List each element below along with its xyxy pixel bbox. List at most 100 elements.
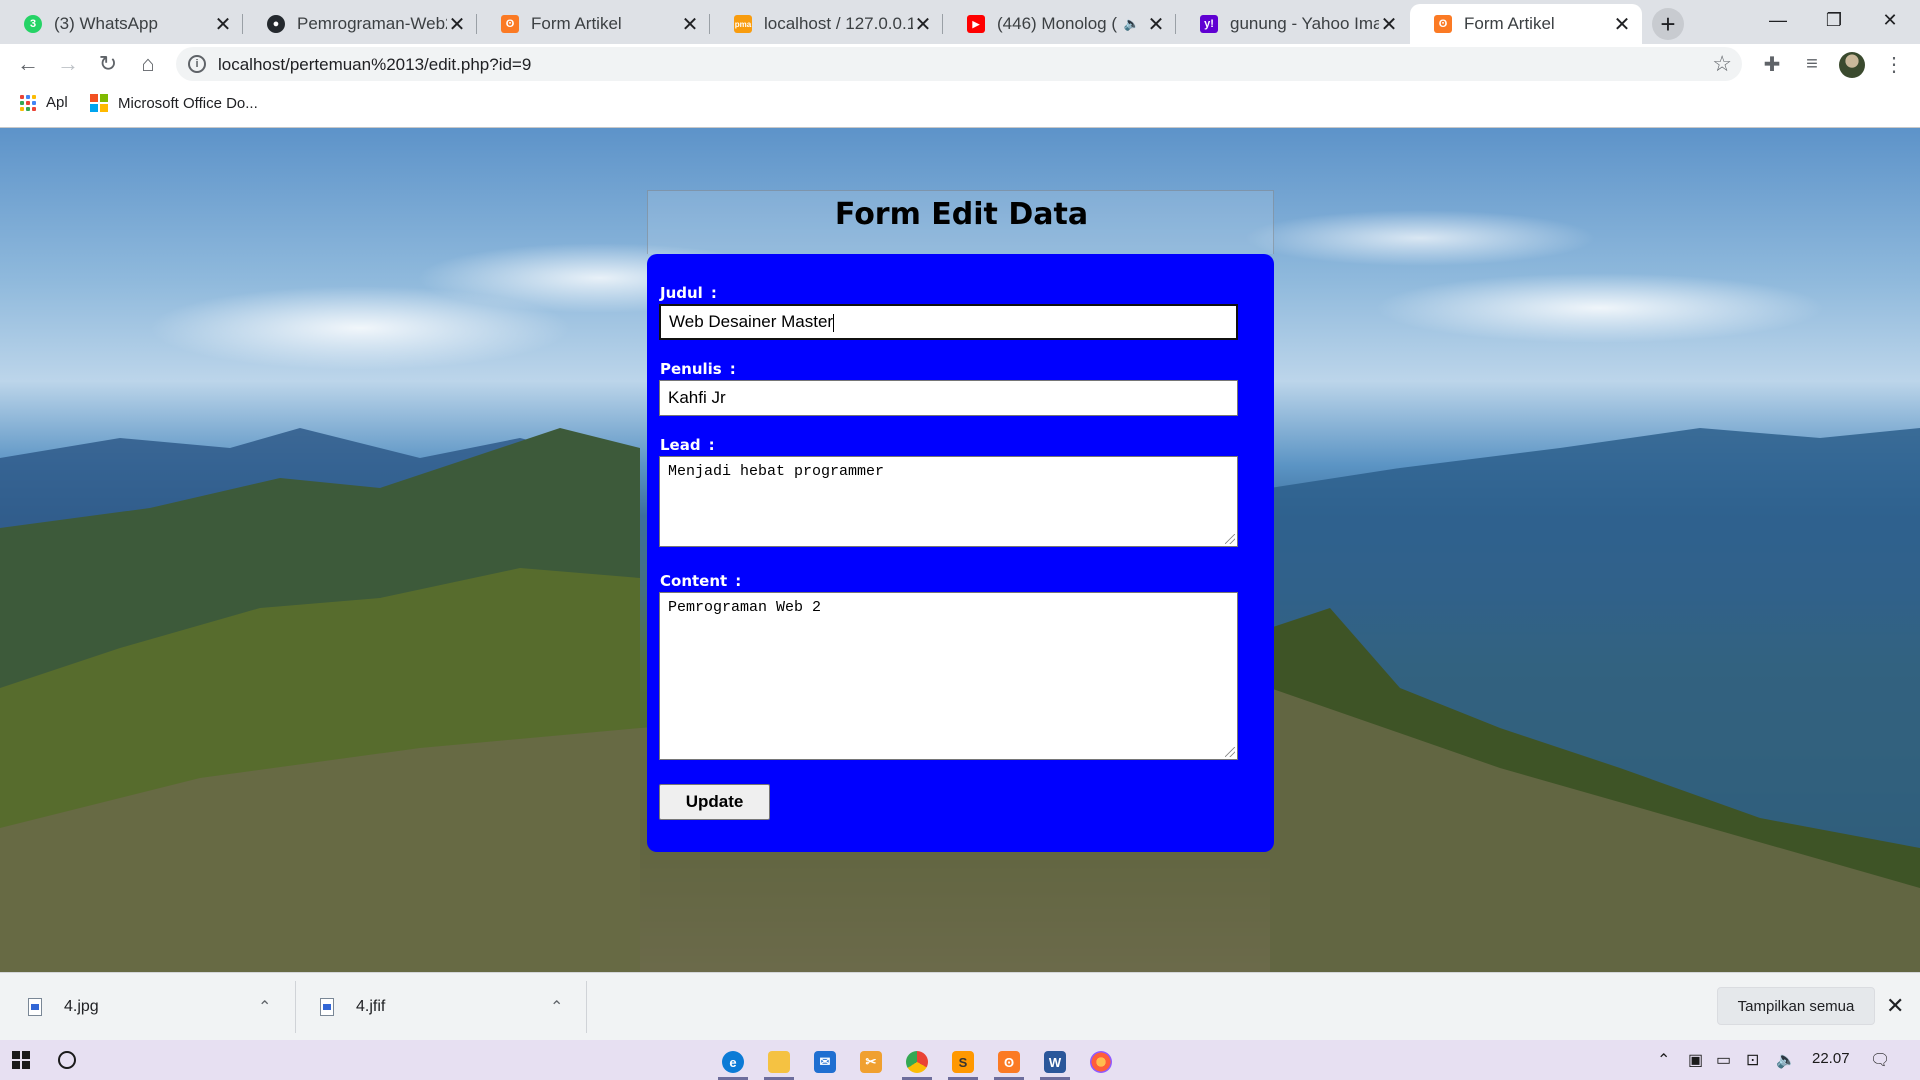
download-filename: 4.jpg (64, 998, 99, 1015)
download-item[interactable]: 4.jpg (28, 973, 99, 1041)
tab-strip: 3 (3) WhatsApp ✕ ● Pemrograman-Web2_A ✕ … (0, 0, 1920, 44)
minimize-button[interactable]: — (1750, 0, 1806, 40)
edge-icon[interactable]: e (714, 1044, 752, 1080)
url-text[interactable]: localhost/pertemuan%2013/edit.php?id=9 (218, 55, 531, 75)
snip-tool-icon[interactable]: ✂ (852, 1044, 890, 1080)
speaker-icon[interactable]: 🔈 (1124, 16, 1140, 32)
bookmark-microsoft-office[interactable]: Microsoft Office Do... (90, 94, 258, 112)
penulis-value: Kahfi Jr (668, 388, 726, 407)
close-icon[interactable]: ✕ (680, 12, 700, 37)
clock[interactable]: 22.07 (1812, 1050, 1850, 1067)
new-tab-button[interactable]: + (1652, 8, 1684, 40)
search-icon[interactable] (58, 1051, 76, 1069)
tab-title: Form Artikel (531, 14, 622, 33)
content-label: Content: (660, 572, 742, 590)
lead-value: Menjadi hebat programmer (668, 463, 885, 480)
info-icon[interactable]: i (188, 55, 206, 73)
back-button[interactable]: ← (12, 48, 44, 80)
show-all-button[interactable]: Tampilkan semua (1717, 987, 1875, 1025)
xampp-icon: ʘ (501, 15, 519, 33)
youtube-icon: ▶ (967, 15, 985, 33)
file-explorer-icon[interactable] (760, 1044, 798, 1080)
judul-value: Web Desainer Master (669, 312, 834, 331)
tab-title: (446) Monolog (Pa (997, 14, 1118, 33)
tab-title: (3) WhatsApp (54, 14, 158, 33)
chevron-up-icon[interactable]: ⌃ (1657, 1050, 1670, 1070)
battery-icon[interactable]: ▭ (1716, 1050, 1731, 1070)
tab-form-artikel[interactable]: ʘ Form Artikel ✕ (477, 4, 710, 44)
tab-whatsapp[interactable]: 3 (3) WhatsApp ✕ (0, 4, 243, 44)
penulis-label: Penulis: (660, 360, 736, 378)
chevron-up-icon[interactable]: ⌃ (550, 997, 563, 1017)
forward-button[interactable]: → (52, 48, 84, 80)
judul-input[interactable]: Web Desainer Master (659, 304, 1238, 340)
bookmark-star-icon[interactable]: ☆ (1712, 51, 1732, 77)
form-header: Form Edit Data (647, 190, 1274, 254)
download-filename: 4.jfif (356, 998, 386, 1015)
phpmyadmin-icon: pma (734, 15, 752, 33)
firefox-icon[interactable] (1082, 1044, 1120, 1080)
github-icon: ● (267, 15, 285, 33)
chrome-icon[interactable] (898, 1044, 936, 1080)
sublime-text-icon[interactable]: S (944, 1044, 982, 1080)
tab-youtube[interactable]: ▶ (446) Monolog (Pa 🔈 ✕ (943, 4, 1176, 44)
close-icon[interactable]: ✕ (213, 12, 233, 37)
meet-now-icon[interactable]: ▣ (1688, 1050, 1703, 1070)
close-window-button[interactable]: ✕ (1862, 0, 1918, 40)
reload-button[interactable]: ↻ (92, 48, 124, 80)
menu-icon[interactable]: ⋮ (1880, 50, 1908, 78)
download-item[interactable]: 4.jfif (320, 973, 385, 1041)
avatar[interactable] (1839, 52, 1865, 78)
address-bar[interactable]: i localhost/pertemuan%2013/edit.php?id=9… (176, 47, 1742, 81)
lead-label: Lead: (660, 436, 715, 454)
bookmarks-bar: Apl Microsoft Office Do... (0, 84, 1920, 128)
windows-start-icon[interactable] (12, 1051, 30, 1069)
close-icon[interactable]: ✕ (1886, 993, 1904, 1019)
page-viewport: Form Edit Data Judul: Web Desainer Maste… (0, 128, 1920, 972)
notification-icon[interactable]: 🗨 (1870, 1050, 1890, 1070)
tab-title: Form Artikel (1464, 14, 1555, 33)
close-icon[interactable]: ✕ (1612, 12, 1632, 37)
media-control-icon[interactable]: ≡ (1798, 50, 1826, 78)
whatsapp-icon: 3 (24, 15, 42, 33)
tab-yahoo[interactable]: y! gunung - Yahoo Image ✕ (1176, 4, 1409, 44)
extensions-icon[interactable]: ✚ (1758, 50, 1786, 78)
volume-icon[interactable]: 🔈 (1776, 1050, 1796, 1070)
tab-form-artikel-active[interactable]: ʘ Form Artikel ✕ (1410, 4, 1642, 44)
lead-textarea[interactable]: Menjadi hebat programmer (659, 456, 1238, 547)
word-icon[interactable]: W (1036, 1044, 1074, 1080)
home-button[interactable]: ⌂ (132, 48, 164, 80)
chevron-up-icon[interactable]: ⌃ (258, 997, 271, 1017)
restore-button[interactable]: ❐ (1806, 0, 1862, 40)
page-title: Form Edit Data (834, 197, 1089, 232)
browser-toolbar: ← → ↻ ⌂ i localhost/pertemuan%2013/edit.… (0, 44, 1920, 84)
content-value: Pemrograman Web 2 (668, 599, 822, 616)
resize-handle-icon[interactable] (1225, 747, 1235, 757)
update-button[interactable]: Update (659, 784, 770, 820)
bookmark-label: Microsoft Office Do... (118, 94, 258, 112)
close-icon[interactable]: ✕ (1379, 12, 1399, 37)
resize-handle-icon[interactable] (1225, 534, 1235, 544)
mail-icon[interactable]: ✉ (806, 1044, 844, 1080)
file-icon (320, 998, 334, 1016)
xampp-icon: ʘ (1434, 15, 1452, 33)
form-panel: Judul: Web Desainer Master Penulis: Kahf… (647, 254, 1274, 852)
windows-taskbar: e ✉ ✂ S ʘ W ⌃ ▣ ▭ ⊡ 🔈 22.07 🗨 (0, 1040, 1920, 1080)
bookmark-label: Apl (46, 94, 68, 111)
content-textarea[interactable]: Pemrograman Web 2 (659, 592, 1238, 760)
close-icon[interactable]: ✕ (447, 12, 467, 37)
network-icon[interactable]: ⊡ (1746, 1050, 1759, 1070)
tab-github[interactable]: ● Pemrograman-Web2_A ✕ (243, 4, 477, 44)
microsoft-logo-icon (90, 94, 108, 112)
tab-title: Pemrograman-Web2_A (297, 14, 447, 33)
penulis-input[interactable]: Kahfi Jr (659, 380, 1238, 416)
tab-phpmyadmin[interactable]: pma localhost / 127.0.0.1 / d ✕ (710, 4, 943, 44)
bookmark-apps[interactable]: Apl (20, 94, 68, 111)
download-shelf: 4.jpg ⌃ 4.jfif ⌃ Tampilkan semua ✕ (0, 972, 1920, 1040)
xampp-icon[interactable]: ʘ (990, 1044, 1028, 1080)
close-icon[interactable]: ✕ (913, 12, 933, 37)
tab-title: gunung - Yahoo Image (1230, 14, 1379, 33)
tab-title: localhost / 127.0.0.1 / d (764, 14, 913, 33)
yahoo-icon: y! (1200, 15, 1218, 33)
close-icon[interactable]: ✕ (1146, 12, 1166, 37)
